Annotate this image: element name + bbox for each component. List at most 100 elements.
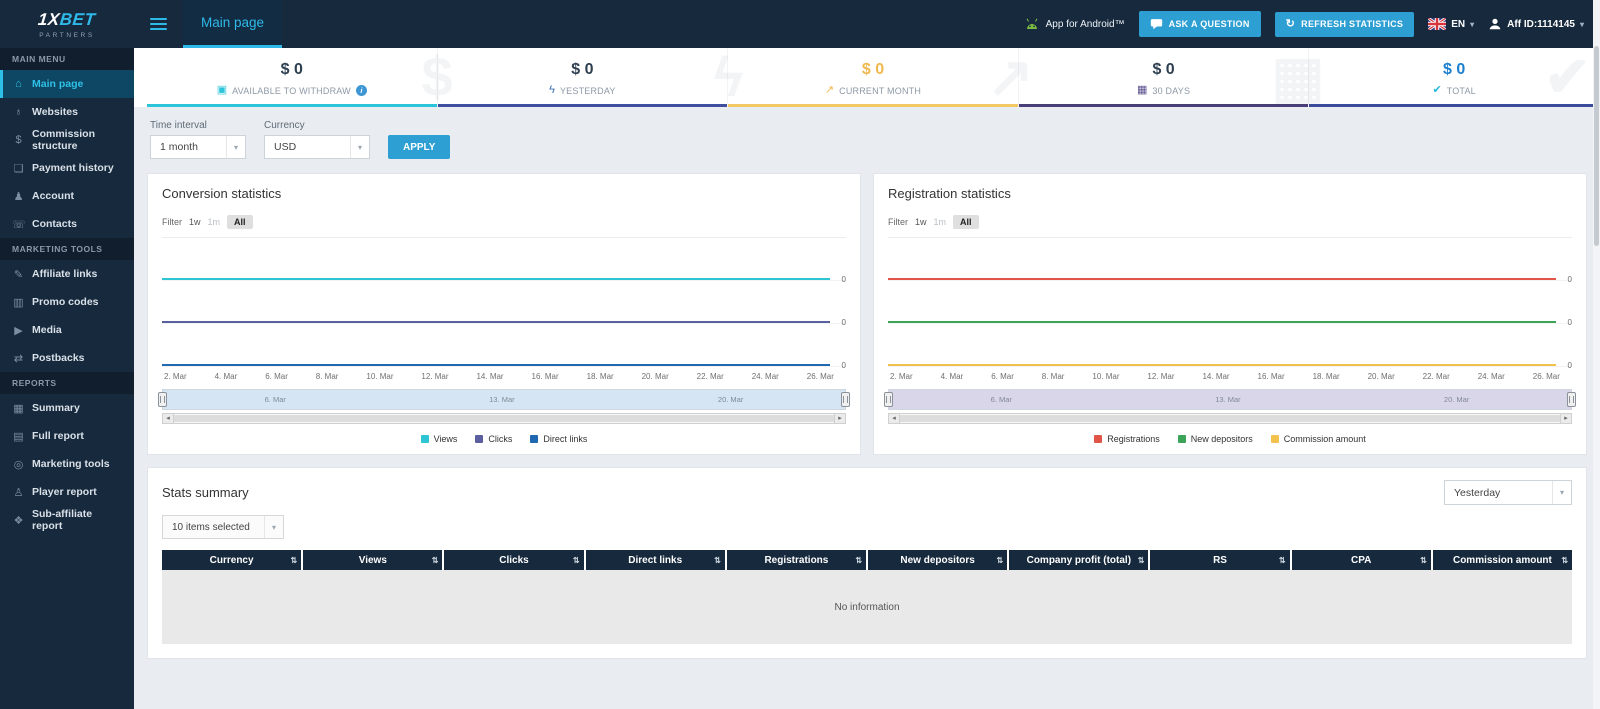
sidebar-item[interactable]: ▶ Media (0, 316, 134, 344)
page-scrollbar-thumb[interactable] (1594, 46, 1599, 246)
chart-navigator[interactable]: 6. Mar 13. Mar 20. Mar (884, 389, 1576, 410)
sort-icon[interactable]: ⇅ (1420, 556, 1427, 565)
sort-icon[interactable]: ⇅ (1138, 556, 1145, 565)
aff-id-menu[interactable]: Aff ID:1114145 ▾ (1488, 17, 1584, 31)
chart-range-button[interactable]: 1w (915, 217, 927, 227)
chart-band: 0 (888, 281, 1572, 327)
scroll-left-icon[interactable]: ◂ (162, 413, 174, 424)
column-label: Direct links (628, 554, 683, 566)
table-header-cell[interactable]: Company profit (total) ⇅ (1009, 550, 1151, 570)
sidebar-item[interactable]: ⌂ Main page (0, 70, 134, 98)
chart-range-button[interactable]: All (227, 215, 253, 229)
legend-item[interactable]: Views (420, 434, 457, 444)
legend-item[interactable]: New depositors (1177, 434, 1253, 444)
sort-icon[interactable]: ⇅ (1279, 556, 1286, 565)
legend-item[interactable]: Clicks (475, 434, 512, 444)
ask-question-button[interactable]: ASK A QUESTION (1138, 11, 1261, 37)
sort-icon[interactable]: ⇅ (997, 556, 1004, 565)
navigator-label: 20. Mar (1443, 395, 1470, 404)
sidebar-item[interactable]: ⇄ Postbacks (0, 344, 134, 372)
table-header-cell[interactable]: New depositors ⇅ (868, 550, 1010, 570)
period-select[interactable]: Yesterday ▾ (1444, 480, 1572, 505)
table-header-cell[interactable]: Commission amount ⇅ (1433, 550, 1572, 570)
table-empty-state: No information (162, 570, 1572, 644)
sort-icon[interactable]: ⇅ (855, 556, 862, 565)
sidebar-item[interactable]: ♙ Player report (0, 478, 134, 506)
sidebar-item[interactable]: $ Commission structure (0, 126, 134, 154)
info-icon[interactable]: i (355, 85, 367, 96)
scroll-right-icon[interactable]: ▸ (1560, 413, 1572, 424)
apply-button[interactable]: APPLY (388, 135, 451, 159)
table-header-cell[interactable]: Registrations ⇅ (727, 550, 869, 570)
x-axis-label: 14. Mar (476, 372, 504, 381)
page-scrollbar[interactable] (1593, 0, 1600, 709)
chart-scrollbar[interactable]: ◂ ▸ (888, 413, 1572, 424)
currency-select[interactable]: USD ▾ (264, 135, 370, 159)
column-label: Company profit (total) (1026, 554, 1132, 566)
hamburger-icon[interactable] (150, 15, 167, 33)
sidebar-item-label: Player report (32, 486, 97, 498)
legend-item[interactable]: Commission amount (1270, 434, 1366, 444)
sort-icon[interactable]: ⇅ (714, 556, 721, 565)
stat-card[interactable]: $ 0 ↗ CURRENT MONTH ↗ (728, 48, 1034, 108)
sort-icon[interactable]: ⇅ (432, 556, 439, 565)
chart-range-button[interactable]: 1m (934, 217, 947, 227)
sidebar-item[interactable]: ◎ Marketing tools (0, 450, 134, 478)
sidebar-item[interactable]: ✎ Affiliate links (0, 260, 134, 288)
app-for-android-link[interactable]: App for Android™ (1024, 18, 1125, 30)
table-header-cell[interactable]: Views ⇅ (303, 550, 445, 570)
stat-card[interactable]: $ 0 ▣ AVAILABLE TO WITHDRAW i $ (147, 48, 453, 108)
sidebar-item[interactable]: ▤ Full report (0, 422, 134, 450)
sort-icon[interactable]: ⇅ (573, 556, 580, 565)
navigator-handle-right[interactable] (841, 392, 850, 407)
x-axis-label: 16. Mar (1257, 372, 1285, 381)
brand-subtitle: PARTNERS (39, 31, 95, 39)
legend-item[interactable]: Direct links (530, 434, 587, 444)
legend-swatch (530, 435, 539, 443)
chart-range-button[interactable]: 1w (189, 217, 201, 227)
table-header-cell[interactable]: RS ⇅ (1150, 550, 1292, 570)
sidebar-item-icon: ❏ (13, 162, 24, 175)
sidebar-item[interactable]: ♟ Account (0, 182, 134, 210)
card-watermark-icon: ✔ (1544, 48, 1591, 108)
table-header-cell[interactable]: Clicks ⇅ (444, 550, 586, 570)
chart-scrollbar[interactable]: ◂ ▸ (162, 413, 846, 424)
scrollbar-track[interactable] (900, 413, 1560, 424)
scroll-left-icon[interactable]: ◂ (888, 413, 900, 424)
x-axis-label: 22. Mar (1422, 372, 1450, 381)
sidebar-item[interactable]: ▦ Summary (0, 394, 134, 422)
columns-select[interactable]: 10 items selected ▾ (162, 515, 284, 539)
sidebar-item[interactable]: ▥ Promo codes (0, 288, 134, 316)
scroll-right-icon[interactable]: ▸ (834, 413, 846, 424)
sidebar-item[interactable]: ☏ Contacts (0, 210, 134, 238)
sidebar-item[interactable]: ♁ Websites (0, 98, 134, 126)
chart-navigator[interactable]: 6. Mar 13. Mar 20. Mar (158, 389, 850, 410)
sidebar-item-label: Contacts (32, 218, 77, 230)
table-header-cell[interactable]: Currency ⇅ (162, 550, 304, 570)
chart-range-button[interactable]: 1m (208, 217, 221, 227)
y-axis-zero-label: 0 (1567, 361, 1572, 370)
page-title-tab[interactable]: Main page (183, 0, 283, 48)
sidebar-item-label: Websites (32, 106, 78, 118)
sidebar-item[interactable]: ❏ Payment history (0, 154, 134, 182)
navigator-handle-left[interactable] (158, 392, 167, 407)
stat-card[interactable]: $ 0 ✔ TOTAL ✔ (1309, 48, 1600, 108)
language-selector[interactable]: EN ▾ (1428, 18, 1474, 30)
sort-icon[interactable]: ⇅ (1561, 556, 1568, 565)
table-header-cell[interactable]: CPA ⇅ (1292, 550, 1433, 570)
sort-icon[interactable]: ⇅ (291, 556, 298, 565)
refresh-statistics-button[interactable]: ↻ REFRESH STATISTICS (1274, 11, 1415, 37)
navigator-handle-right[interactable] (1567, 392, 1576, 407)
stat-card[interactable]: $ 0 ▦ 30 DAYS ▦ (1018, 48, 1324, 108)
time-interval-select[interactable]: 1 month ▾ (150, 135, 246, 159)
table-header-cell[interactable]: Direct links ⇅ (586, 550, 727, 570)
sidebar-item-label: Commission structure (32, 128, 96, 152)
stat-card[interactable]: $ 0 ϟ YESTERDAY ϟ (437, 48, 743, 108)
legend-item[interactable]: Registrations (1094, 434, 1160, 444)
chart-range-button[interactable]: All (953, 215, 979, 229)
logo[interactable]: 1XBET PARTNERS (0, 0, 134, 48)
scrollbar-track[interactable] (174, 413, 834, 424)
card-label: CURRENT MONTH (839, 85, 922, 96)
navigator-handle-left[interactable] (884, 392, 893, 407)
sidebar-item[interactable]: ❖ Sub-affiliate report (0, 506, 134, 534)
